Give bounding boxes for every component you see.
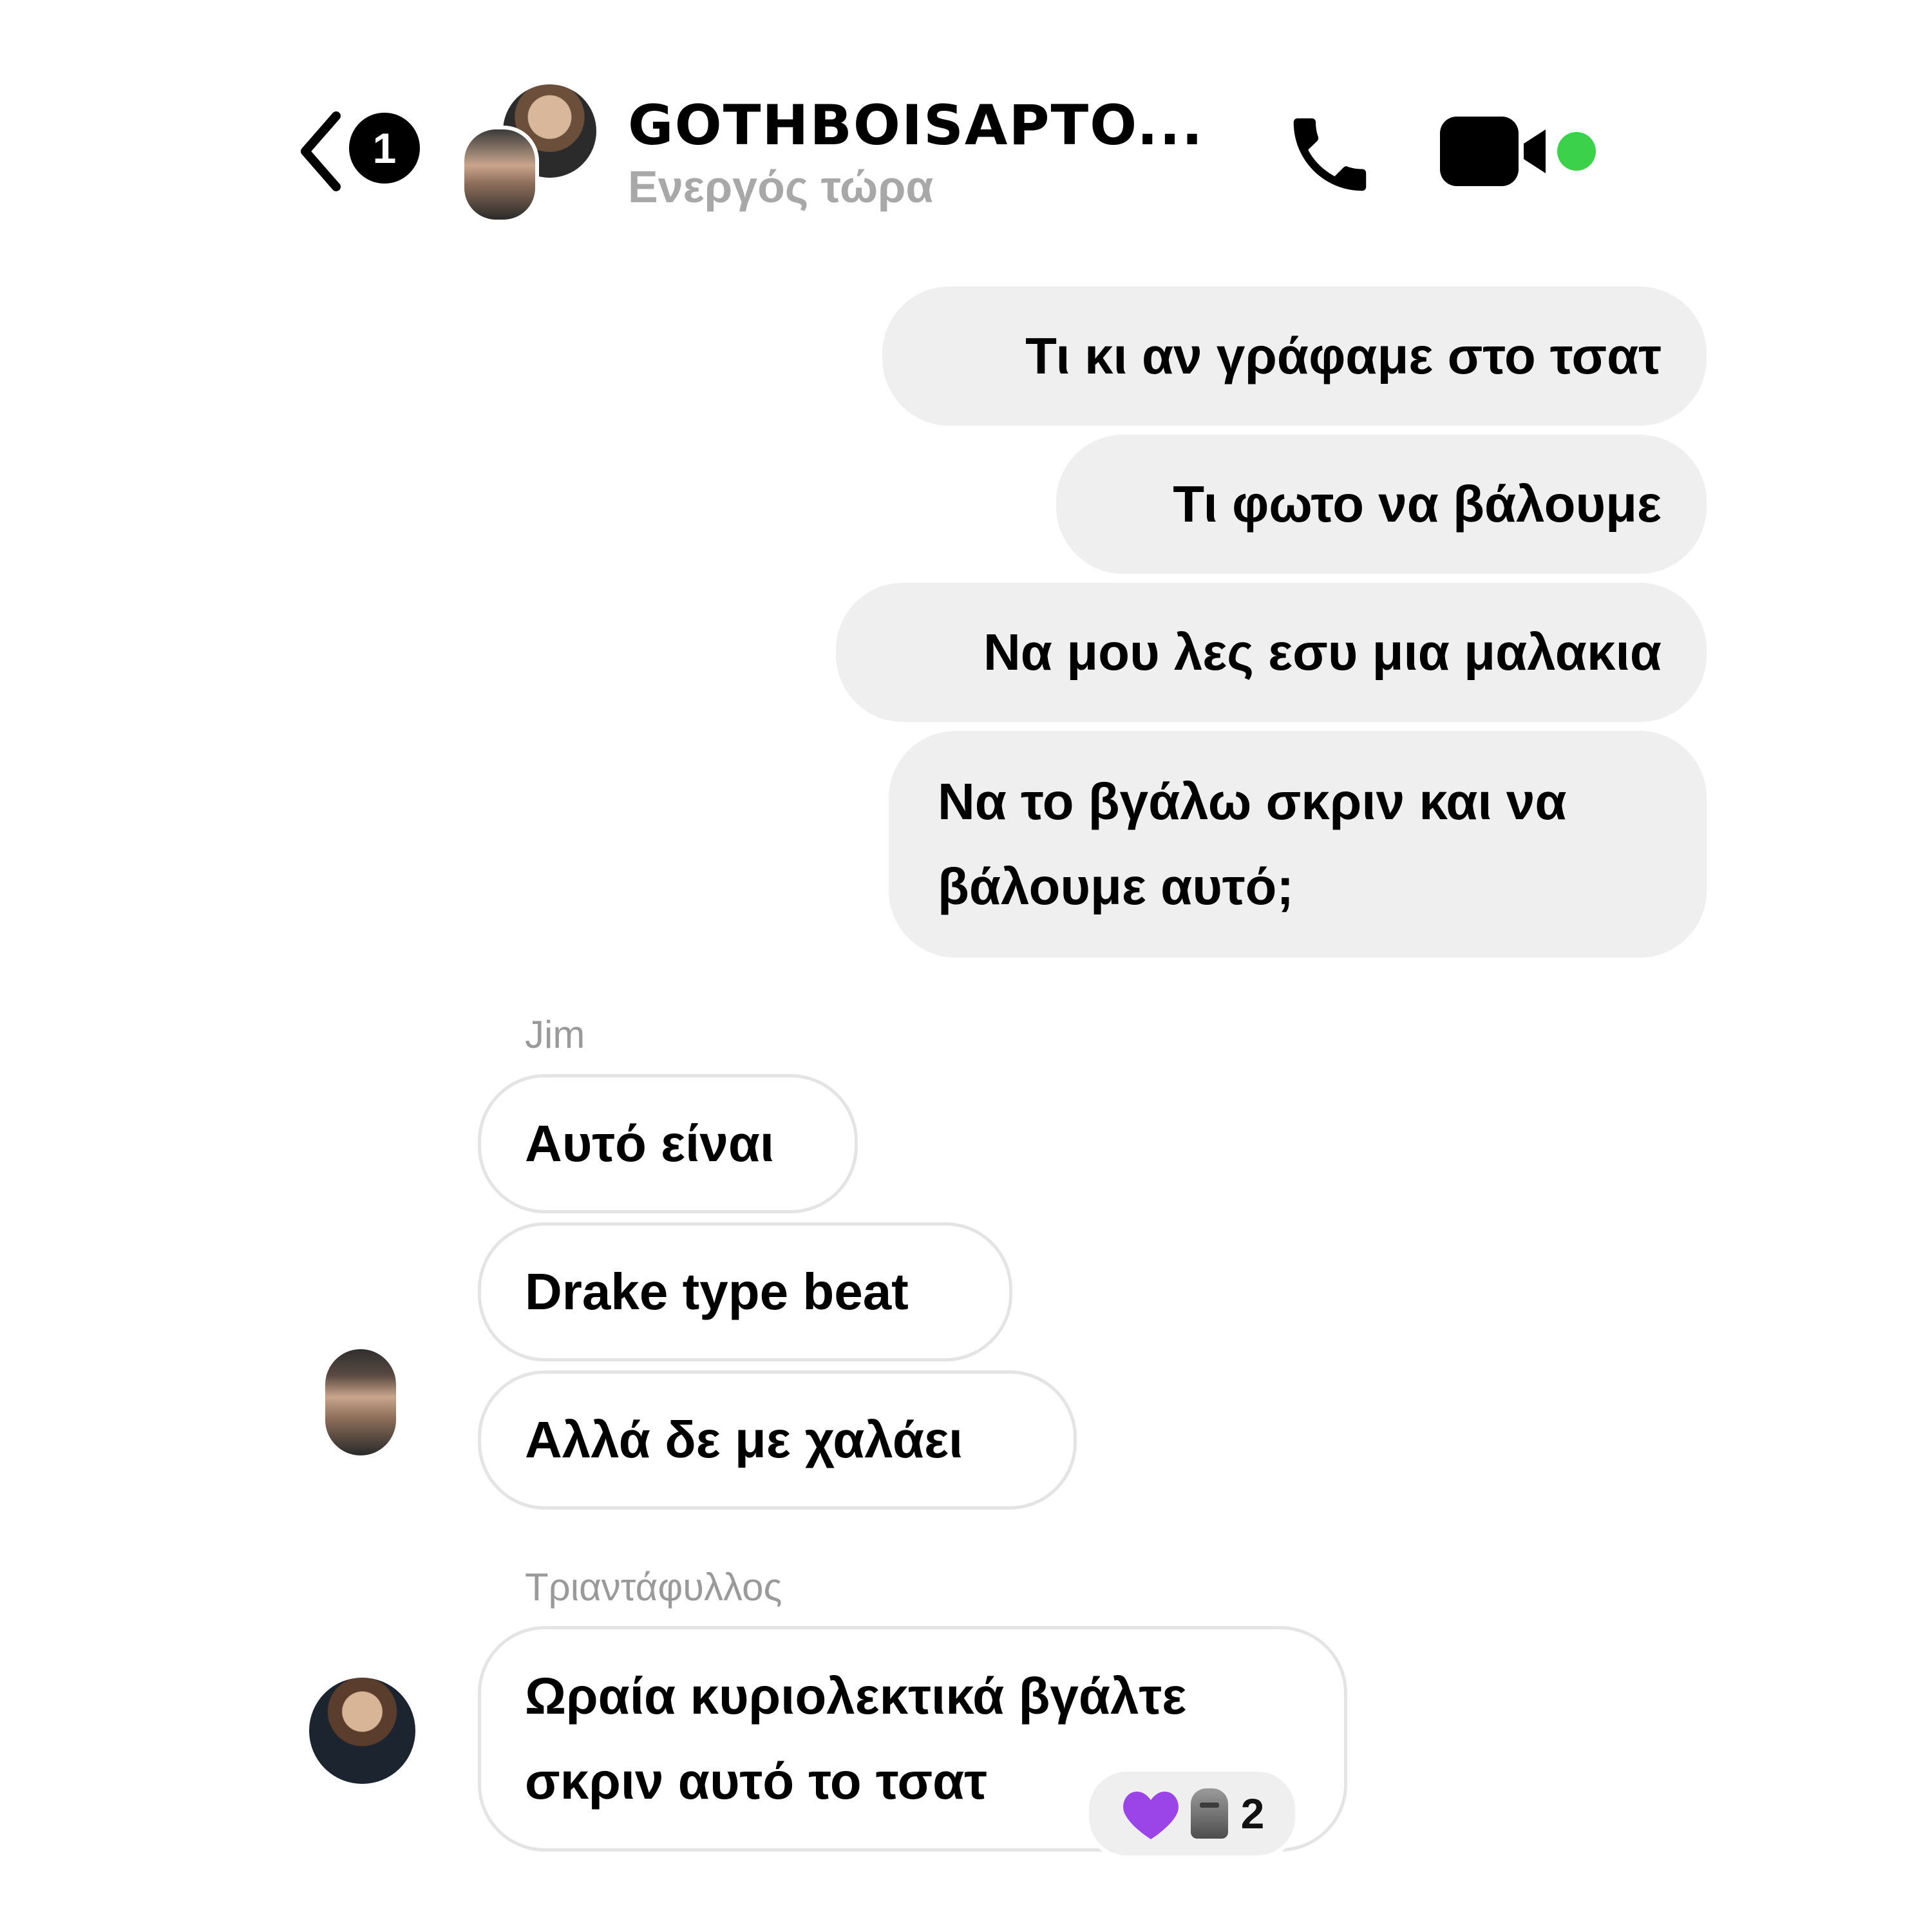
message-text: Τι φωτο να βάλουμε	[1173, 475, 1662, 533]
online-indicator	[1557, 132, 1596, 171]
video-call-button[interactable]	[1436, 113, 1552, 190]
incoming-message[interactable]: Drake type beat	[478, 1222, 1012, 1361]
message-text: Αυτό είναι	[525, 1115, 775, 1172]
active-status: Ενεργός τώρα	[628, 162, 934, 212]
sender-avatar[interactable]	[309, 1678, 415, 1784]
outgoing-message[interactable]: Τι φωτο να βάλουμε	[1056, 435, 1707, 574]
message-text: Να μου λες εσυ μια μαλακια	[983, 623, 1662, 681]
message-text: Αλλά δε με χαλάει	[525, 1411, 963, 1468]
message-text: Drake type beat	[525, 1263, 909, 1320]
voice-call-button[interactable]	[1282, 106, 1378, 203]
phone-icon	[1293, 118, 1367, 191]
message-reactions[interactable]: 2	[1085, 1768, 1299, 1859]
moai-icon	[1190, 1788, 1228, 1839]
outgoing-message[interactable]: Να μου λες εσυ μια μαλακια	[836, 583, 1707, 722]
sender-name: Τριαντάφυλλος	[525, 1566, 782, 1609]
chat-title[interactable]: GOTHBOISAPTO...	[628, 93, 1204, 158]
outgoing-message[interactable]: Να το βγάλω σκριν και να βάλουμε αυτό;	[889, 731, 1707, 958]
member-avatar	[460, 126, 539, 223]
back-button[interactable]: 1	[296, 109, 425, 191]
reaction-count: 2	[1240, 1790, 1265, 1837]
message-text: Να το βγάλω σκριν και να βάλουμε αυτό;	[938, 773, 1567, 915]
sender-name: Jim	[525, 1013, 585, 1056]
incoming-message[interactable]: Αλλά δε με χαλάει	[478, 1370, 1077, 1510]
video-camera-icon	[1440, 117, 1546, 186]
outgoing-message[interactable]: Τι κι αν γράφαμε στο τσατ	[882, 287, 1707, 426]
chevron-left-icon	[301, 111, 341, 191]
group-avatar[interactable]	[460, 80, 600, 223]
incoming-message[interactable]: Αυτό είναι	[478, 1074, 858, 1213]
purple-heart-icon	[1122, 1792, 1179, 1839]
chat-header: 1 GOTHBOISAPTO... Ενεργός τώρα	[0, 0, 1932, 232]
message-text: Τι κι αν γράφαμε στο τσατ	[1025, 327, 1662, 384]
unread-count-badge: 1	[349, 113, 420, 184]
sender-avatar[interactable]	[325, 1349, 396, 1455]
